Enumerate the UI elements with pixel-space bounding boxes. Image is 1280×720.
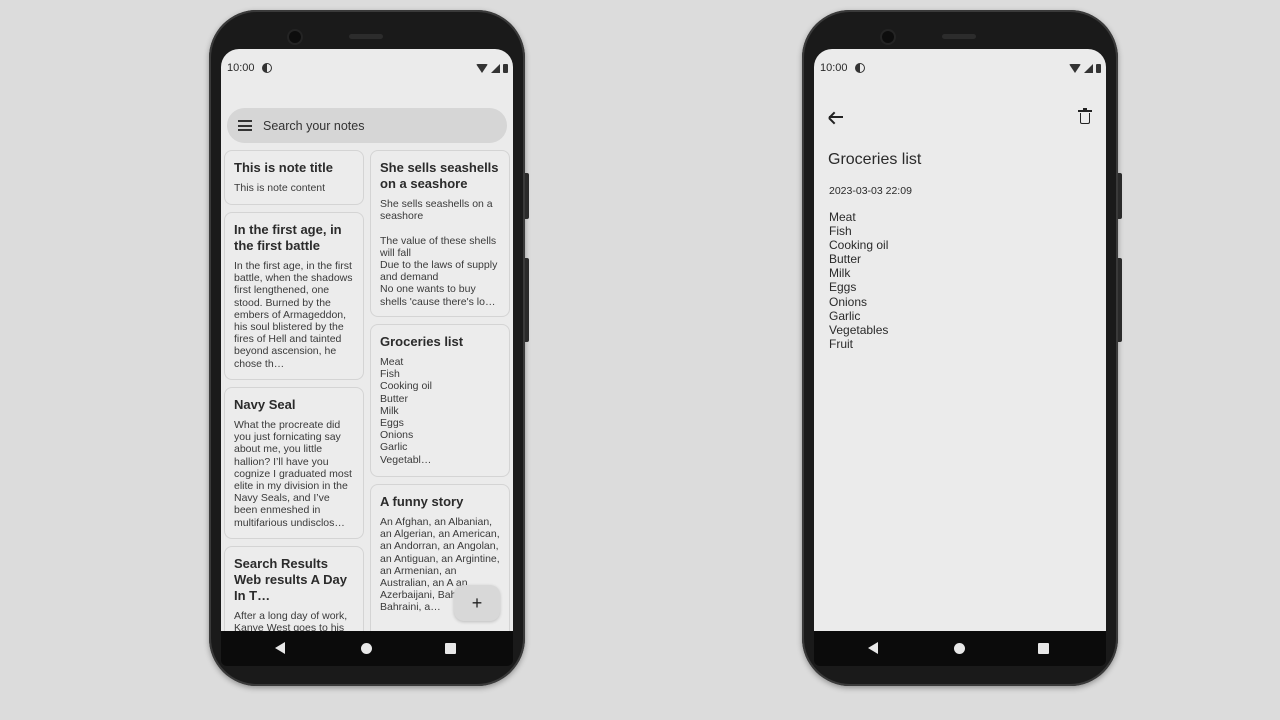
nav-recents-icon[interactable] xyxy=(445,643,456,654)
data-saver-icon xyxy=(855,63,865,73)
system-nav-bar xyxy=(221,631,513,666)
phone-note-detail: 10:00 Groceries list 2023-03-03 22:09 Me… xyxy=(802,10,1122,686)
note-title: A funny story xyxy=(380,494,464,509)
system-nav-bar xyxy=(814,631,1106,666)
note-card[interactable]: Groceries list Meat Fish Cooking oil But… xyxy=(370,324,510,477)
note-title: Groceries list xyxy=(380,334,464,349)
status-bar: 10:00 xyxy=(814,49,1106,89)
front-camera xyxy=(882,31,894,43)
note-title: Navy Seal xyxy=(234,397,296,412)
note-title: In the first age, in the first battle xyxy=(234,222,342,253)
note-content: Meat Fish Cooking oil Butter Milk Eggs O… xyxy=(380,356,432,466)
note-title: Search Results Web results A Day In T… xyxy=(234,556,347,603)
menu-icon[interactable] xyxy=(238,120,252,131)
earpiece-speaker xyxy=(349,34,383,39)
nav-back-icon[interactable] xyxy=(868,642,878,654)
note-card[interactable]: Navy Seal What the procreate did you jus… xyxy=(224,387,364,539)
note-title: This is note title xyxy=(234,160,333,175)
note-detail-screen: 10:00 Groceries list 2023-03-03 22:09 Me… xyxy=(814,49,1106,631)
note-card[interactable]: This is note title This is note content xyxy=(224,150,364,205)
signal-icon xyxy=(491,64,500,73)
wifi-icon xyxy=(1069,64,1081,73)
status-time: 10:00 xyxy=(820,62,848,74)
signal-icon xyxy=(1084,64,1093,73)
status-time: 10:00 xyxy=(227,62,255,74)
nav-recents-icon[interactable] xyxy=(1038,643,1049,654)
front-camera xyxy=(289,31,301,43)
note-content: In the first age, in the first battle, w… xyxy=(234,260,356,370)
battery-icon xyxy=(1096,64,1101,73)
note-card[interactable]: In the first age, in the first battle In… xyxy=(224,212,364,380)
note-title[interactable]: Groceries list xyxy=(828,151,921,169)
search-bar[interactable]: Search your notes xyxy=(227,108,507,143)
status-icons xyxy=(1069,63,1101,73)
earpiece-speaker xyxy=(942,34,976,39)
note-date: 2023-03-03 22:09 xyxy=(829,185,912,197)
note-content: This is note content xyxy=(234,182,326,194)
data-saver-icon xyxy=(262,63,272,73)
nav-back-icon[interactable] xyxy=(275,642,285,654)
notes-list-screen: 10:00 Search your notes This is note tit… xyxy=(221,49,513,631)
nav-home-icon[interactable] xyxy=(361,643,372,654)
nav-home-icon[interactable] xyxy=(954,643,965,654)
phone-notes-list: 10:00 Search your notes This is note tit… xyxy=(209,10,529,686)
volume-button xyxy=(525,173,529,219)
search-input[interactable]: Search your notes xyxy=(263,119,364,133)
volume-button xyxy=(1118,173,1122,219)
note-title: She sells seashells on a seashore xyxy=(380,160,499,191)
note-content: She sells seashells on a seashore The va… xyxy=(380,198,498,308)
add-note-button[interactable]: + xyxy=(454,585,500,621)
status-icons xyxy=(476,63,508,73)
note-card[interactable]: Search Results Web results A Day In T… A… xyxy=(224,546,364,631)
note-content: After a long day of work, Kanye West goe… xyxy=(234,610,348,631)
power-button xyxy=(1118,258,1122,342)
back-arrow-icon[interactable] xyxy=(828,109,844,125)
battery-icon xyxy=(503,64,508,73)
power-button xyxy=(525,258,529,342)
note-content[interactable]: Meat Fish Cooking oil Butter Milk Eggs O… xyxy=(829,210,888,351)
delete-icon[interactable] xyxy=(1078,108,1092,124)
note-content: What the procreate did you just fornicat… xyxy=(234,419,355,529)
wifi-icon xyxy=(476,64,488,73)
status-bar: 10:00 xyxy=(221,49,513,89)
note-card[interactable]: She sells seashells on a seashore She se… xyxy=(370,150,510,317)
